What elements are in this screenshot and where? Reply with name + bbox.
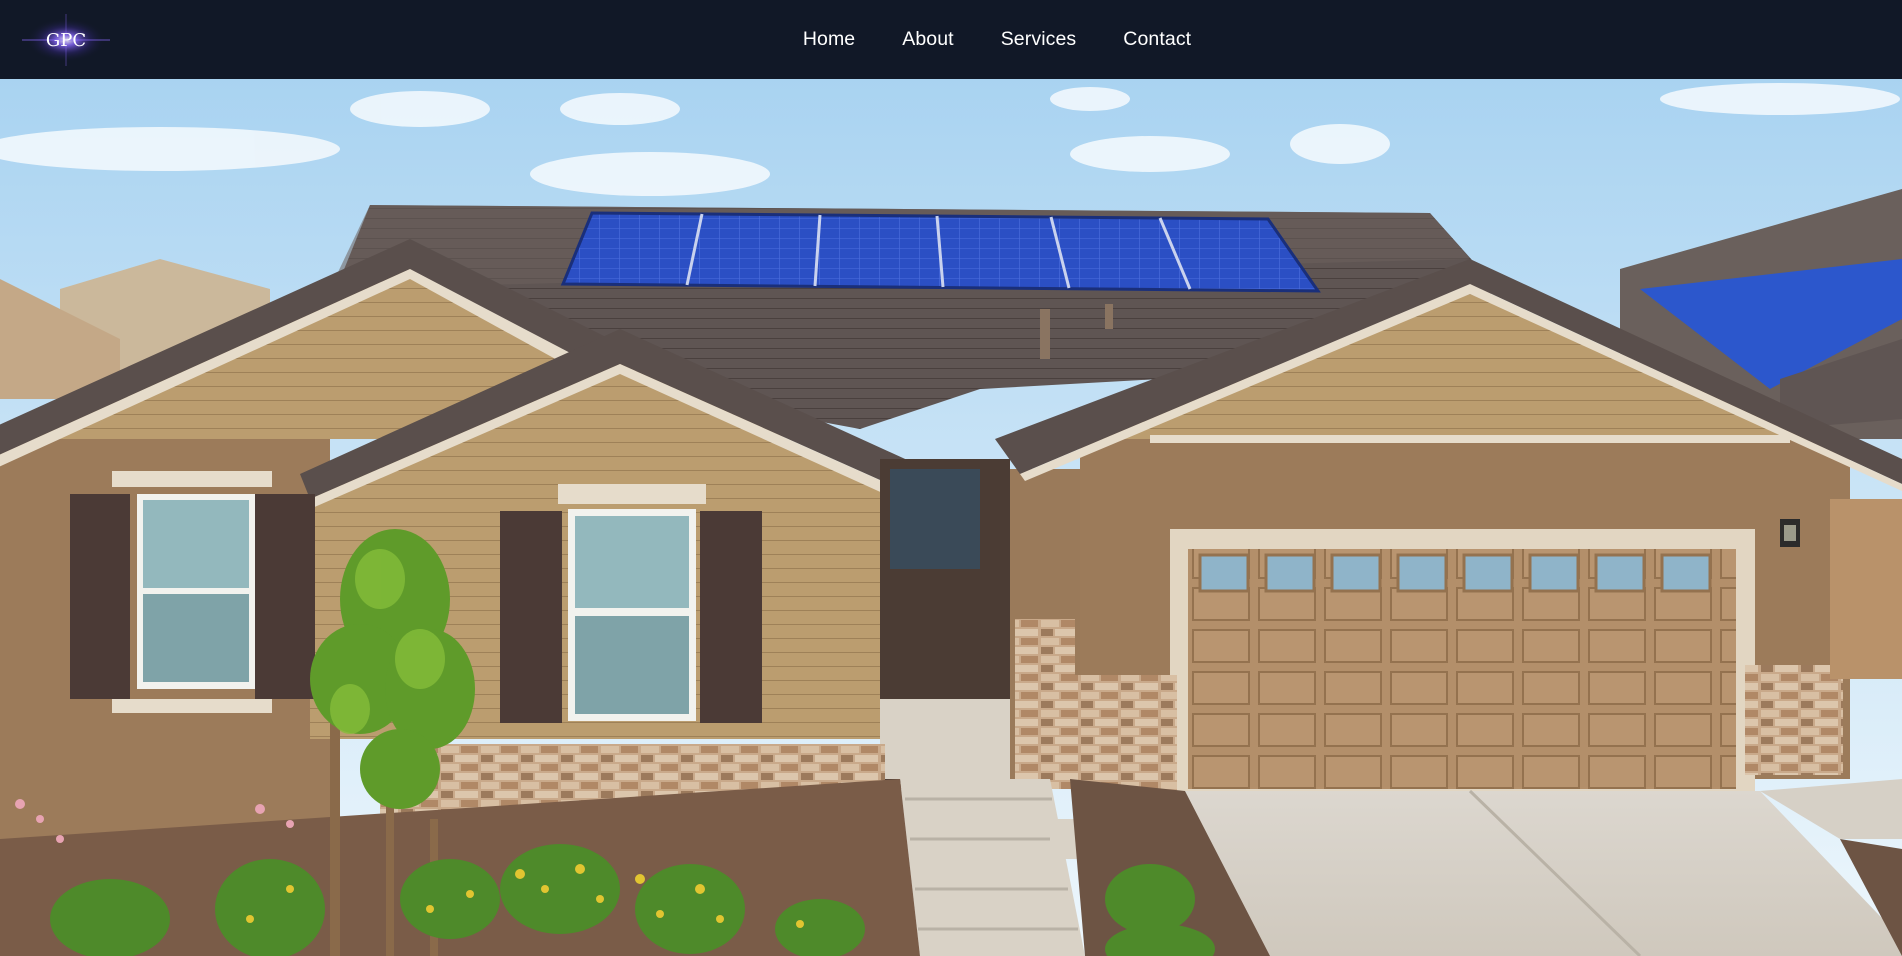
hero-image	[0, 79, 1902, 956]
nav-link-about[interactable]: About	[902, 28, 953, 51]
logo-text: GPC	[46, 30, 86, 51]
logo-icon: GPC	[22, 14, 110, 66]
house-photo	[0, 79, 1902, 956]
nav-menu: Home About Services Contact	[803, 28, 1191, 51]
nav-link-contact[interactable]: Contact	[1123, 28, 1191, 51]
nav-link-home[interactable]: Home	[803, 28, 855, 51]
nav-link-services[interactable]: Services	[1001, 28, 1077, 51]
logo[interactable]: GPC	[16, 8, 116, 72]
top-navbar: GPC Home About Services Contact	[0, 0, 1902, 79]
